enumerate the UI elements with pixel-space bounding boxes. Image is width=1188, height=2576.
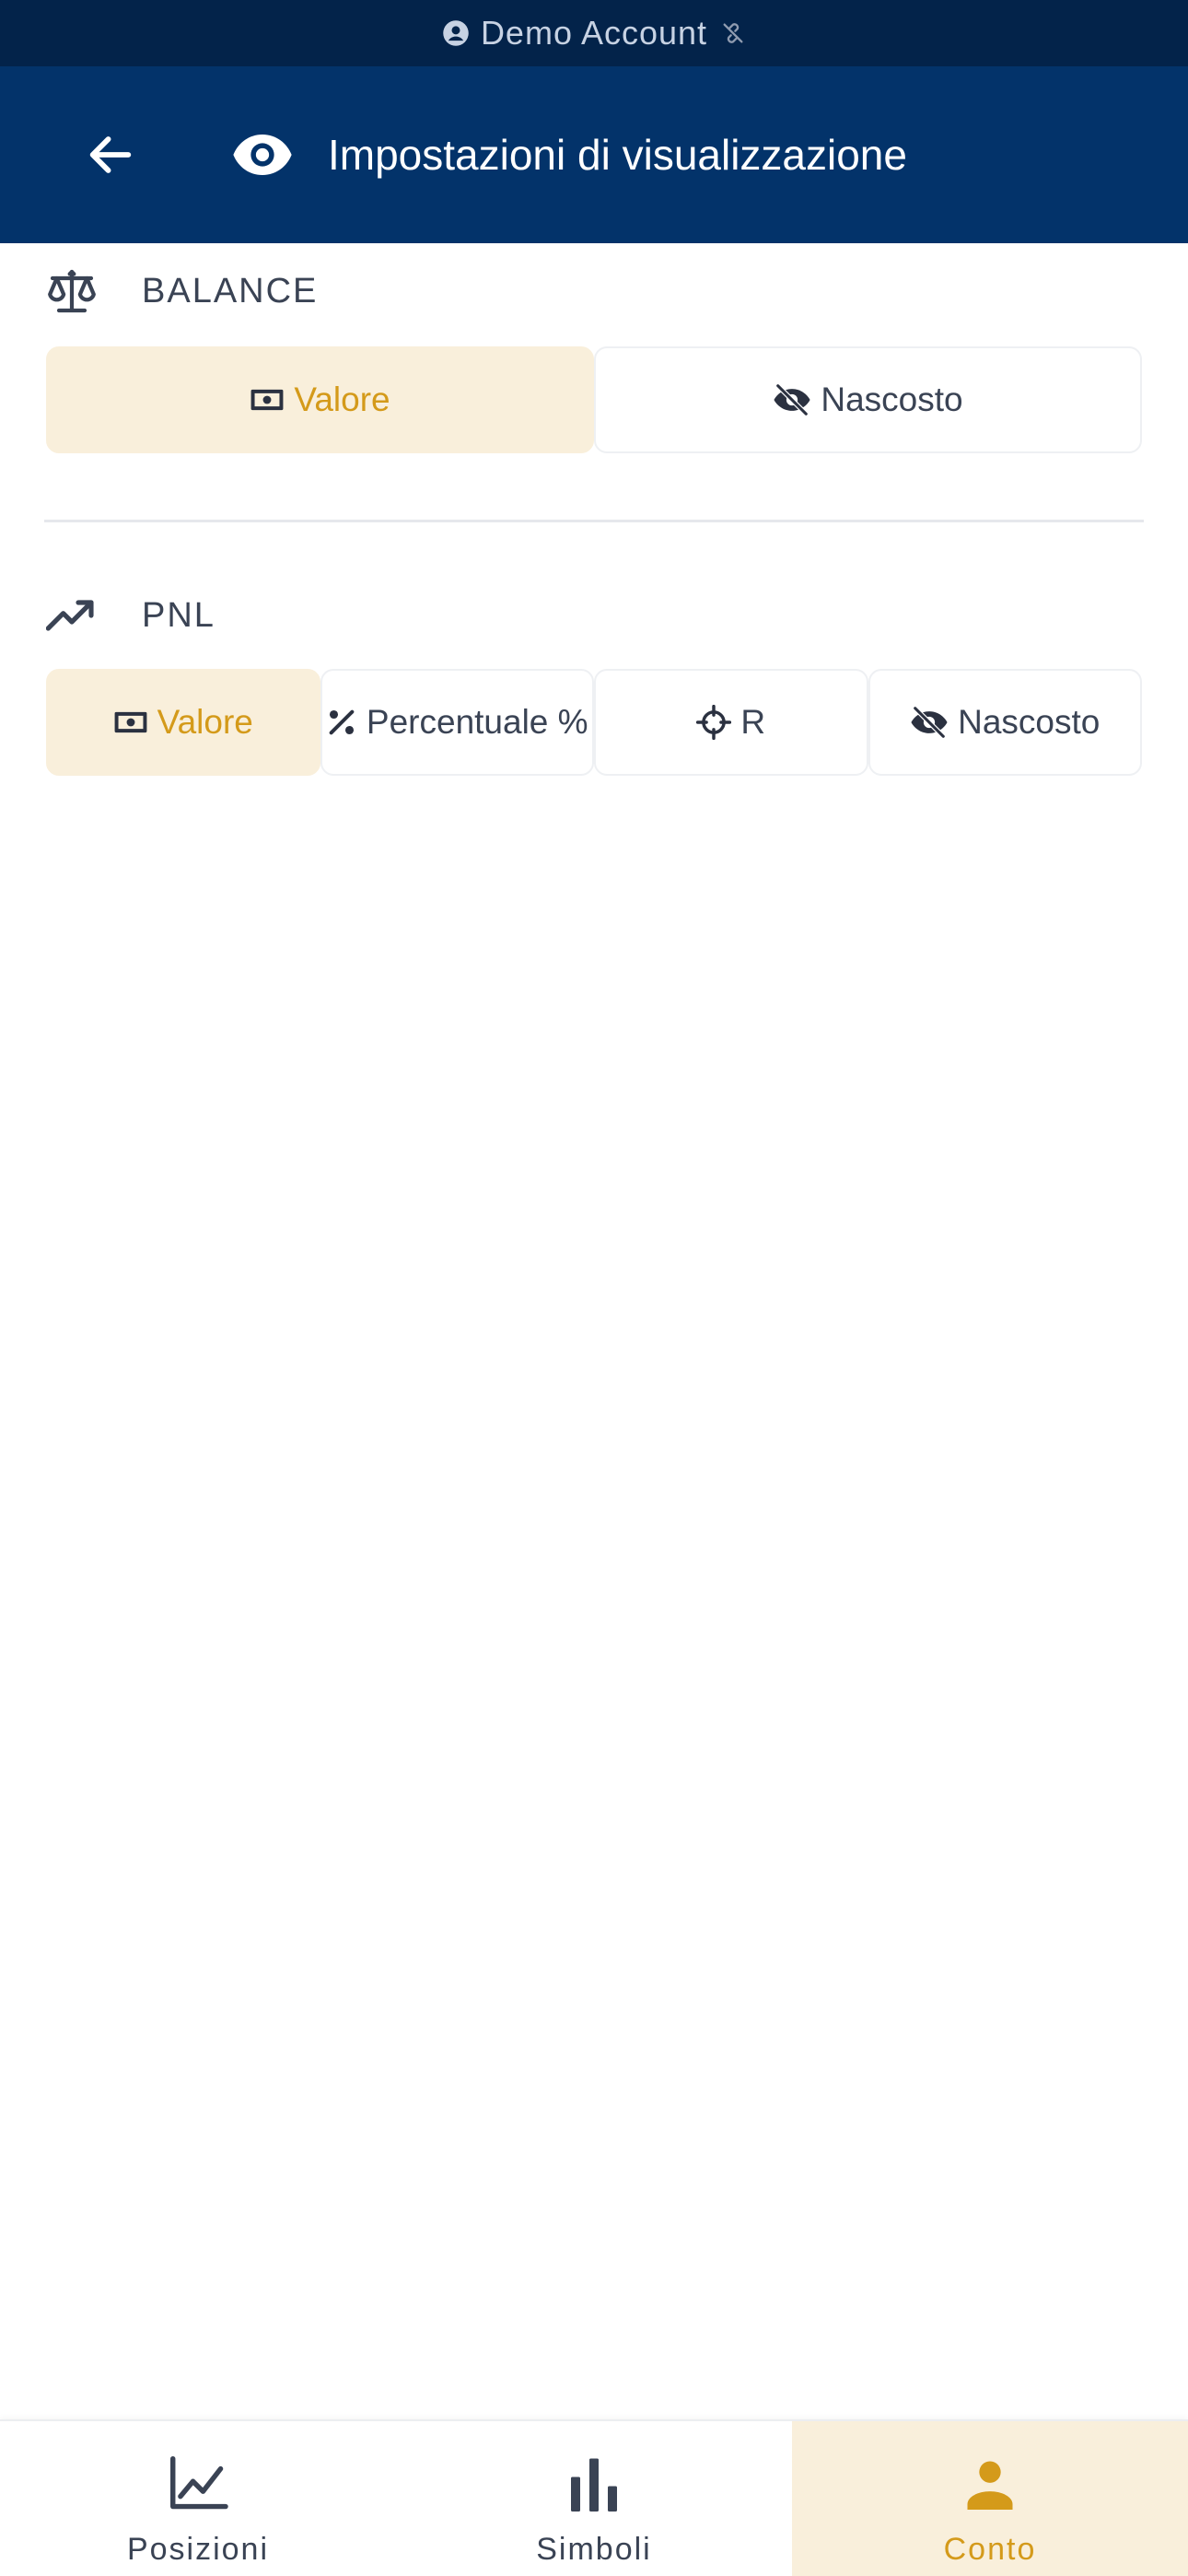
status-bar: Demo Account xyxy=(0,0,1188,66)
pnl-option-valore[interactable]: Valore xyxy=(46,669,320,776)
balance-option-valore[interactable]: Valore xyxy=(46,346,594,453)
pnl-option-label: R xyxy=(740,703,766,741)
section-divider xyxy=(44,520,1144,522)
banknote-icon xyxy=(250,387,285,413)
bottom-nav: Posizioni Simboli Conto xyxy=(0,2419,1188,2576)
balance-display-toggle: Valore Nascosto xyxy=(46,346,1142,453)
back-button[interactable] xyxy=(74,120,147,193)
trending-up-icon xyxy=(44,588,99,643)
nav-item-conto[interactable]: Conto xyxy=(792,2421,1188,2576)
crosshair-icon xyxy=(696,705,732,740)
eye-off-icon xyxy=(773,384,811,416)
pnl-option-label: Percentuale % xyxy=(366,703,588,741)
balance-section-header: BALANCE xyxy=(44,263,318,319)
nav-label: Conto xyxy=(943,2532,1037,2567)
account-label: Demo Account xyxy=(480,14,708,52)
pnl-label: PNL xyxy=(142,595,215,635)
nav-label: Simboli xyxy=(536,2532,652,2567)
nav-label: Posizioni xyxy=(126,2532,270,2567)
pnl-option-label: Nascosto xyxy=(958,703,1101,741)
nav-item-posizioni[interactable]: Posizioni xyxy=(0,2421,396,2576)
pnl-option-percentuale[interactable]: Percentuale % xyxy=(320,669,594,776)
balance-option-nascosto[interactable]: Nascosto xyxy=(594,346,1142,453)
bar-chart-icon xyxy=(566,2447,622,2521)
link-off-icon xyxy=(720,20,746,46)
page-title: Impostazioni di visualizzazione xyxy=(328,131,907,179)
pnl-option-nascosto[interactable]: Nascosto xyxy=(868,669,1142,776)
person-icon xyxy=(964,2447,1016,2521)
scale-icon xyxy=(44,263,99,319)
percent-icon xyxy=(326,707,357,738)
eye-off-icon xyxy=(910,707,949,738)
balance-label: BALANCE xyxy=(142,271,319,310)
pnl-option-label: Valore xyxy=(157,703,253,741)
pnl-section-header: PNL xyxy=(44,588,215,643)
banknote-icon xyxy=(113,709,148,735)
pnl-option-r[interactable]: R xyxy=(594,669,868,776)
balance-option-label: Nascosto xyxy=(821,381,963,418)
app-header: Impostazioni di visualizzazione xyxy=(0,66,1188,243)
nav-item-simboli[interactable]: Simboli xyxy=(396,2421,792,2576)
balance-option-label: Valore xyxy=(294,381,390,418)
line-chart-icon xyxy=(168,2447,228,2521)
pnl-display-toggle: Valore Percentuale % R Nascosto xyxy=(46,669,1142,776)
arrow-left-icon xyxy=(84,128,137,186)
account-circle-icon xyxy=(442,19,470,47)
eye-icon xyxy=(230,127,295,182)
